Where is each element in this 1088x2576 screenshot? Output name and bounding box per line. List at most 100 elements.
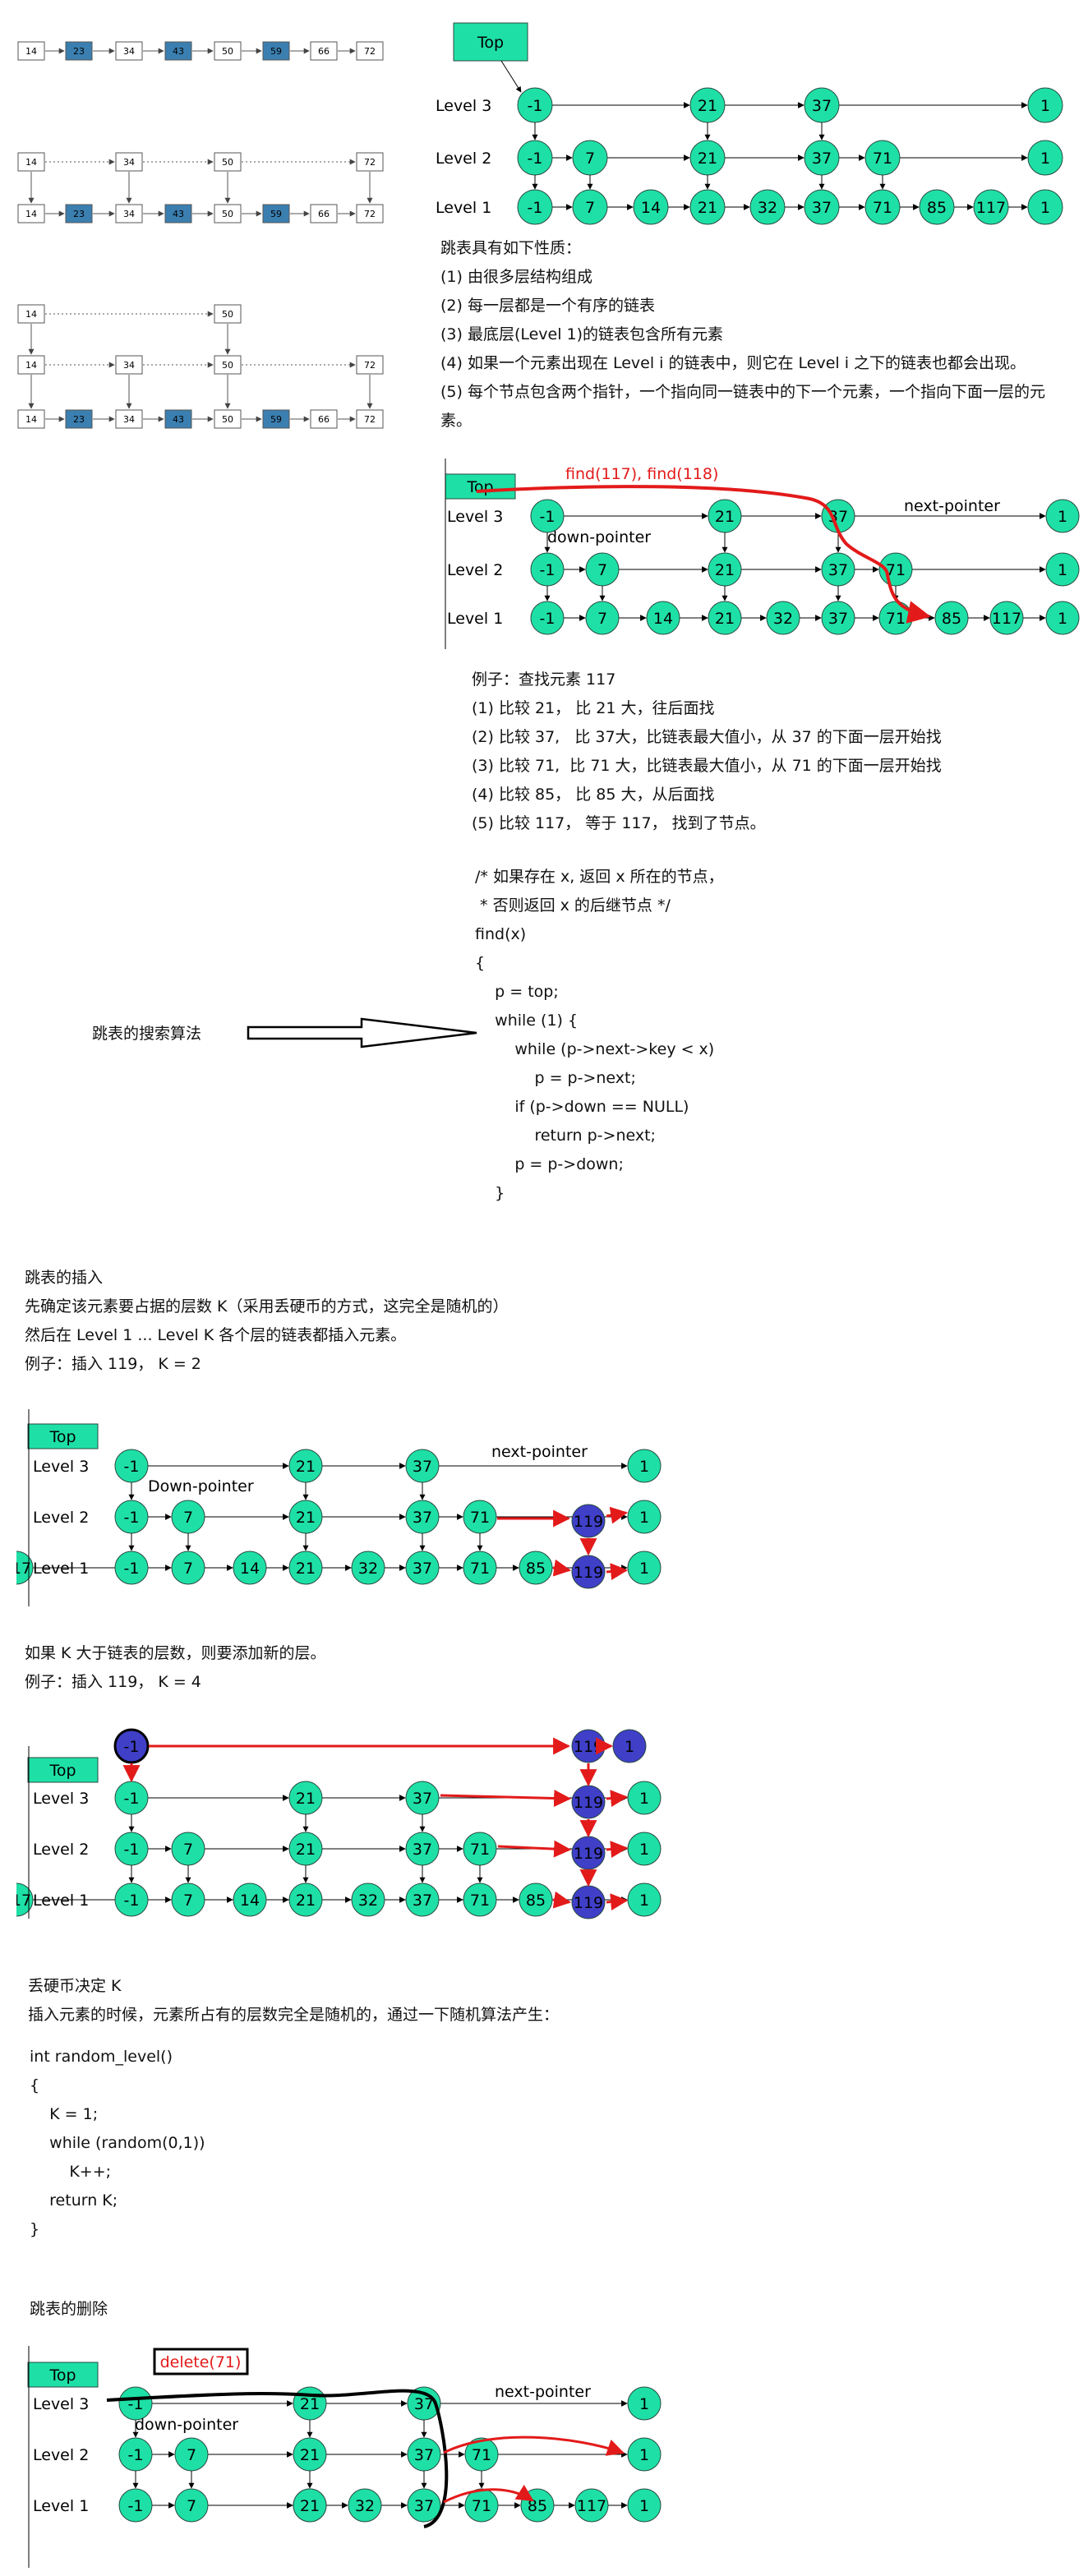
level-2-label: Level 2	[33, 1841, 89, 1859]
property-2: (2) 每一层都是一个有序的链表	[440, 297, 655, 315]
node-value: 21	[300, 2497, 320, 2515]
node-value: 1	[625, 1738, 634, 1756]
insert-k2-diagram: Top-121371-172137711-171421323771851171L…	[16, 1409, 662, 1606]
property-1: (1) 由很多层结构组成	[440, 268, 592, 286]
box-value: 72	[364, 157, 376, 168]
node-value: -1	[540, 561, 556, 579]
node-value: 37	[414, 2497, 434, 2515]
node-value: -1	[540, 508, 556, 526]
box-value: 34	[123, 360, 135, 371]
insert-text: 跳表的插入 先确定该元素要占据的层数 K（采用丢硬币的方式，这完全是随机的） 然…	[25, 1264, 509, 1379]
node-value: 119	[574, 1738, 603, 1756]
node-value: 37	[413, 1458, 432, 1476]
code-line: find(x)	[475, 925, 527, 943]
box-value: 50	[222, 309, 233, 320]
node-value: -1	[528, 199, 543, 217]
box-value: 14	[25, 309, 37, 320]
search-example: 例子：查找元素 117 (1) 比较 21， 比 21 大，往后面找 (2) 比…	[472, 666, 942, 838]
top-label: Top	[48, 1762, 76, 1780]
node-value: 21	[296, 1841, 316, 1859]
box-value: 43	[173, 46, 184, 57]
node-value: 21	[698, 199, 717, 217]
insert-k4-example: 例子：插入 119， K = 4	[25, 1673, 201, 1691]
level-3-label: Level 3	[33, 2395, 89, 2413]
node-value: 37	[413, 1560, 432, 1578]
node-value: 85	[526, 1892, 546, 1910]
level-2-label: Level 2	[447, 561, 503, 579]
new-link-arrow	[606, 1506, 629, 1524]
box-value: 23	[73, 209, 85, 219]
code-line: K = 1;	[30, 2105, 99, 2123]
box-value: 50	[222, 157, 233, 168]
box-value: 72	[364, 209, 376, 219]
node-value: 32	[358, 1892, 378, 1910]
box-value: 34	[123, 209, 135, 219]
box-value: 72	[364, 414, 376, 425]
node-value: -1	[124, 1560, 140, 1578]
find-label: find(117), find(118)	[565, 465, 718, 483]
node-value: 32	[758, 199, 777, 217]
node-value: 21	[698, 150, 717, 168]
node-value: 1	[1040, 150, 1050, 168]
node-value: 7	[187, 2446, 196, 2464]
box-value: 50	[222, 360, 233, 371]
code-line: p = p->next;	[475, 1069, 636, 1087]
down-pointer-label: down-pointer	[135, 2416, 238, 2434]
delete-title: 跳表的删除	[30, 2300, 108, 2318]
node-value: 119	[574, 1794, 603, 1812]
linked-list-figures: 14 23 34 43 50 59 66 72 14 34 50 72 14 23 34 43 50 59 66 72…	[17, 41, 384, 429]
node-value: 1	[639, 1560, 649, 1578]
node-value: 71	[470, 1560, 490, 1578]
level-3-label: Level 3	[447, 508, 503, 526]
code-line: int random_level()	[30, 2048, 173, 2066]
node-value: 21	[296, 1790, 316, 1808]
node-value: 37	[812, 150, 832, 168]
code-line: while (random(0,1))	[30, 2134, 205, 2152]
node-value: 1	[1058, 508, 1067, 526]
delete-label: delete(71)	[160, 2353, 242, 2371]
code-line: while (1) {	[475, 1012, 579, 1030]
node-value: -1	[540, 610, 556, 628]
node-value: 71	[472, 2497, 491, 2515]
box-value: 34	[123, 157, 135, 168]
node-value: 37	[413, 1509, 432, 1527]
level-1-label: Level 1	[33, 1560, 89, 1578]
box-value: 43	[173, 414, 184, 425]
properties-title: 跳表具有如下性质：	[440, 239, 582, 257]
code-line: while (p->next->key < x)	[475, 1040, 715, 1058]
code-line: p = p->down;	[475, 1155, 624, 1173]
box-value: 59	[270, 46, 282, 57]
box-value: 50	[222, 46, 233, 57]
node-value: 21	[715, 561, 735, 579]
top-pointer-arrow	[500, 60, 522, 93]
node-value: 119	[574, 1894, 603, 1912]
node-value: -1	[124, 1892, 140, 1910]
new-link-arrow	[606, 1563, 629, 1581]
code-line: }	[475, 1184, 505, 1202]
box-value: 34	[123, 46, 135, 57]
node-value: 7	[597, 610, 607, 628]
random-level-code: int random_level() { K = 1; while (rando…	[30, 2043, 205, 2244]
node-value: 7	[183, 1509, 193, 1527]
node-value: 37	[413, 1892, 432, 1910]
find-code: /* 如果存在 x, 返回 x 所在的节点， * 否则返回 x 的后继节点 */…	[475, 863, 724, 1208]
top-label: Top	[477, 34, 504, 52]
node-value: 1	[639, 1841, 649, 1859]
code-line: if (p->down == NULL)	[475, 1098, 689, 1116]
node-value: -1	[124, 1458, 140, 1476]
insert-line: 先确定该元素要占据的层数 K（采用丢硬币的方式，这完全是随机的）	[25, 1297, 509, 1316]
node-value: 37	[414, 2446, 434, 2464]
node-value: 21	[300, 2395, 320, 2413]
new-link-arrow	[606, 1841, 629, 1859]
box-value: 66	[318, 414, 330, 425]
box-value: 50	[222, 209, 233, 219]
delete-diagram: Topdelete(71)-121371-172137711-171421323…	[27, 2346, 662, 2568]
node-value: 32	[355, 2497, 375, 2515]
node-value: 1	[1040, 97, 1050, 115]
level-1-label: Level 1	[33, 1892, 89, 1910]
search-diagram: Top-1 21 37 1-1 7 21 37 71 1-1 7 14 21 32 37 71 85 117 1L…	[445, 459, 1080, 649]
node-value: 7	[187, 2497, 196, 2515]
code-line: {	[30, 2076, 40, 2094]
box-value: 23	[73, 46, 85, 57]
code-line: return K;	[30, 2191, 118, 2210]
